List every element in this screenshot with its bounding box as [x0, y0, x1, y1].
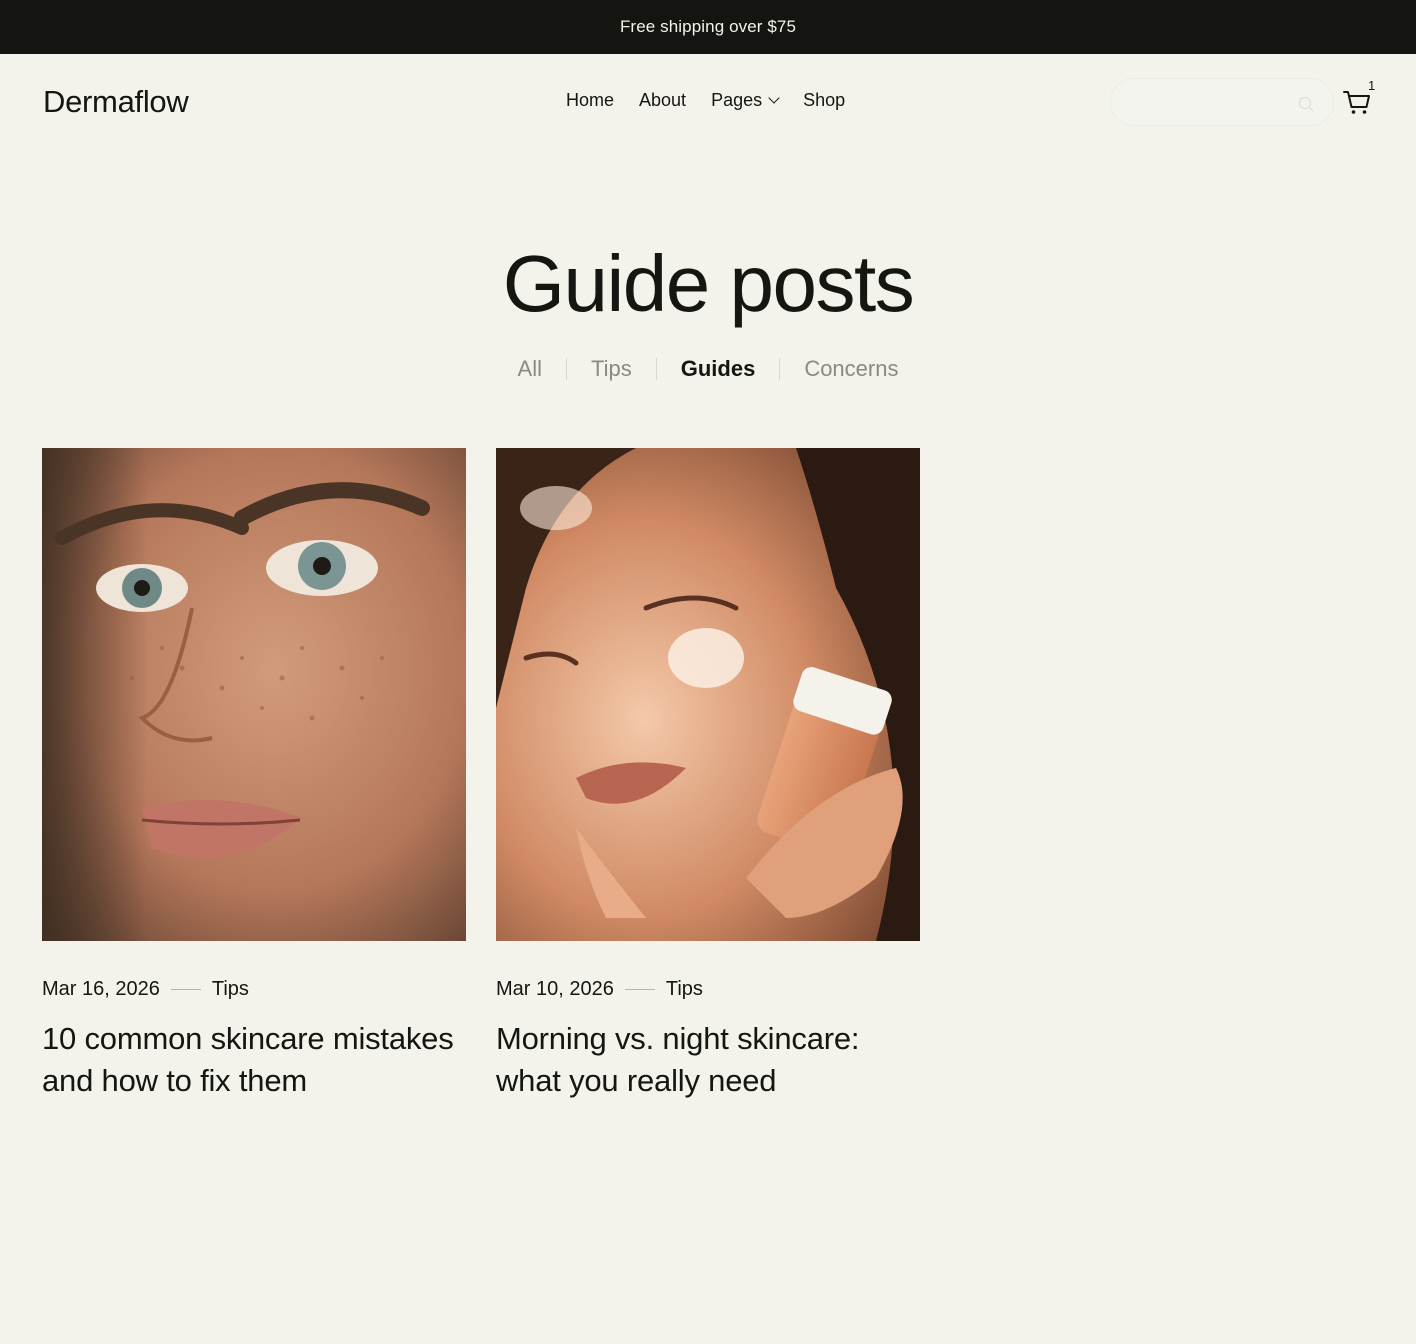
cart-count-badge: 1 — [1368, 78, 1376, 93]
page-title: Guide posts — [502, 239, 915, 328]
post-card: Mar 10, 2026 Tips Morning vs. night skin… — [496, 448, 920, 1102]
filter-tips[interactable]: Tips — [567, 356, 656, 382]
search-box — [1110, 78, 1334, 126]
meta-divider — [624, 989, 655, 990]
post-title-link[interactable]: 10 common skincare mistakes and how to f… — [42, 1018, 466, 1102]
post-category-link[interactable]: Tips — [666, 978, 703, 1001]
nav-pages-dropdown[interactable]: Pages — [711, 90, 780, 111]
nav-home-label: Home — [566, 90, 615, 110]
post-date: Mar 16, 2026 — [42, 978, 160, 1000]
nav-about[interactable]: About — [639, 90, 686, 111]
nav-about-label: About — [639, 90, 687, 110]
post-image-link[interactable] — [496, 448, 920, 941]
site-header: Dermaflow Home About Pages Shop — [0, 54, 1416, 148]
post-meta: Mar 10, 2026 Tips — [496, 978, 920, 1001]
chevron-down-icon — [768, 92, 780, 104]
meta-divider — [170, 989, 201, 990]
post-date: Mar 10, 2026 — [496, 978, 614, 1000]
brand-logo[interactable]: Dermaflow — [43, 84, 189, 120]
filter-all[interactable]: All — [494, 356, 566, 382]
category-filters: All Tips Guides Concerns — [0, 356, 1416, 382]
post-image-woman-applying-cream — [496, 448, 920, 941]
main-nav: Home About Pages Shop — [566, 90, 845, 111]
post-card: Mar 16, 2026 Tips 10 common skincare mis… — [42, 448, 466, 1102]
filter-concerns[interactable]: Concerns — [780, 356, 922, 382]
announcement-text: Free shipping over $75 — [619, 17, 797, 36]
nav-shop-label: Shop — [803, 90, 846, 110]
nav-home[interactable]: Home — [566, 90, 614, 111]
post-meta: Mar 16, 2026 Tips — [42, 978, 466, 1001]
post-image-link[interactable] — [42, 448, 466, 941]
nav-pages-label: Pages — [711, 90, 763, 110]
announcement-bar: Free shipping over $75 — [0, 0, 1416, 54]
post-category-link[interactable]: Tips — [212, 978, 249, 1001]
post-title-link[interactable]: Morning vs. night skincare: what you rea… — [496, 1018, 920, 1102]
filter-guides[interactable]: Guides — [657, 356, 780, 382]
post-image-freckled-face — [42, 448, 466, 941]
search-icon[interactable] — [1299, 97, 1311, 109]
nav-shop[interactable]: Shop — [803, 90, 845, 111]
